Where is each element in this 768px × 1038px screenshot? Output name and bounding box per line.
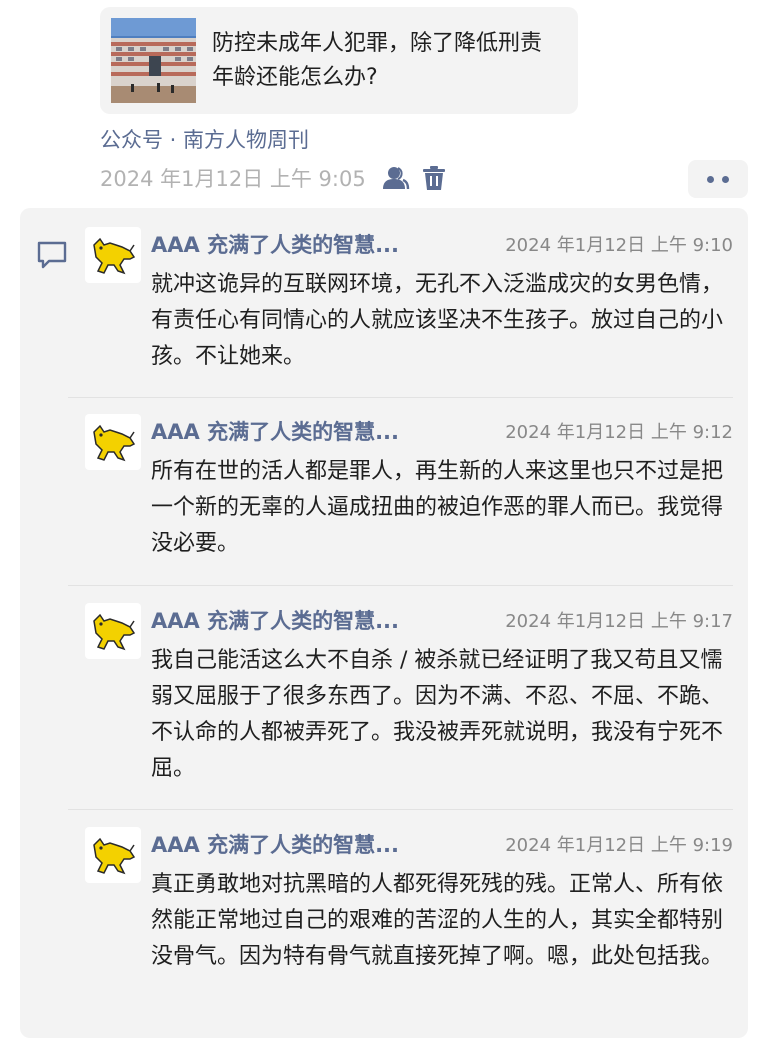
comment-author[interactable]: AAA 充满了人类的智慧...	[151, 605, 399, 635]
article-thumbnail	[111, 18, 196, 103]
article-source[interactable]: 公众号 · 南方人物周刊	[100, 124, 309, 154]
yellow-cat-avatar[interactable]	[85, 603, 141, 659]
user-icon[interactable]	[382, 165, 410, 191]
divider	[68, 585, 733, 586]
comment-time: 2024 年1月12日 上午 9:19	[505, 835, 733, 856]
comment-time: 2024 年1月12日 上午 9:10	[505, 235, 733, 256]
comment-item[interactable]: AAA 充满了人类的智慧... 2024 年1月12日 上午 9:12 所有在世…	[85, 414, 745, 574]
comment-item[interactable]: AAA 充满了人类的智慧... 2024 年1月12日 上午 9:19 真正勇敢…	[85, 827, 745, 1024]
comment-text: 所有在世的活人都是罪人，再生新的人来这里也只不过是把一个新的无辜的人逼成扭曲的被…	[151, 459, 724, 556]
divider	[68, 809, 733, 810]
comment-icon	[36, 240, 68, 274]
comment-author[interactable]: AAA 充满了人类的智慧...	[151, 229, 399, 259]
comment-text: 就冲这诡异的互联网环境，无孔不入泛滥成灾的女男色情，有责任心有同情心的人就应该坚…	[151, 272, 724, 369]
comment-author[interactable]: AAA 充满了人类的智慧...	[151, 829, 399, 859]
comment-text: 我自己能活这么大不自杀 / 被杀就已经证明了我又苟且又懦弱又屈服于了很多东西了。…	[151, 648, 724, 781]
more-dot	[722, 175, 729, 183]
more-dots-icon	[707, 175, 714, 183]
comment-time: 2024 年1月12日 上午 9:17	[505, 611, 733, 632]
comment-time: 2024 年1月12日 上午 9:12	[505, 422, 733, 443]
article-title: 防控未成年人犯罪，除了降低刑责年龄还能怎么办?	[212, 31, 543, 90]
yellow-cat-avatar[interactable]	[85, 414, 141, 470]
article-meta: 2024 年1月12日 上午 9:05	[100, 163, 446, 193]
comment-text: 真正勇敢地对抗黑暗的人都死得死残的残。正常人、所有依然能正常地过自己的艰难的苦涩…	[151, 872, 724, 969]
comment-item[interactable]: AAA 充满了人类的智慧... 2024 年1月12日 上午 9:10 就冲这诡…	[85, 227, 745, 387]
yellow-cat-avatar[interactable]	[85, 827, 141, 883]
article-card[interactable]: 防控未成年人犯罪，除了降低刑责年龄还能怎么办?	[100, 7, 578, 114]
trash-icon[interactable]	[422, 165, 446, 191]
comment-author[interactable]: AAA 充满了人类的智慧...	[151, 416, 399, 446]
more-options-button[interactable]	[688, 160, 748, 198]
comment-item[interactable]: AAA 充满了人类的智慧... 2024 年1月12日 上午 9:17 我自己能…	[85, 603, 745, 803]
divider	[68, 397, 733, 398]
article-date: 2024 年1月12日 上午 9:05	[100, 167, 366, 191]
yellow-cat-avatar[interactable]	[85, 227, 141, 283]
